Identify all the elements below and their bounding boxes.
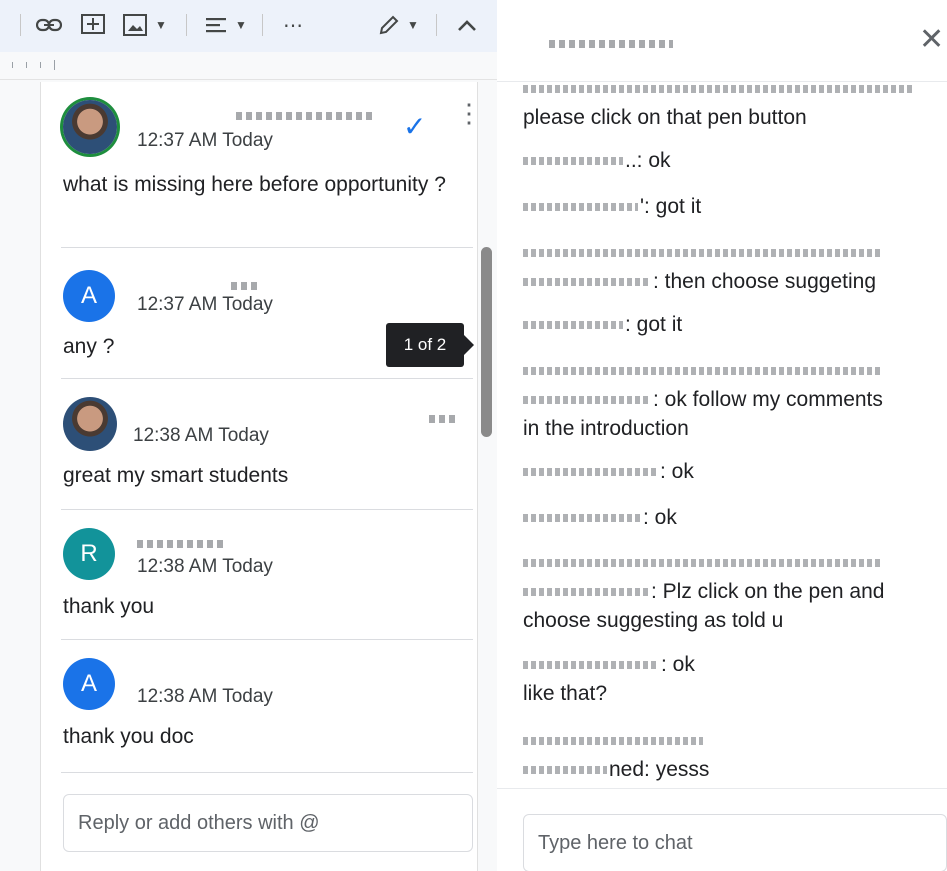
- toolbar-separator: [186, 14, 187, 36]
- sender-redacted: [523, 367, 883, 376]
- chat-message: : then choose suggeting: [523, 238, 885, 296]
- comment-time: 12:37 AM Today: [137, 294, 273, 315]
- ruler-tick: [40, 62, 41, 68]
- add-comment-icon[interactable]: [78, 12, 108, 38]
- author-name-redacted: [236, 112, 376, 120]
- comment-time: 12:38 AM Today: [133, 425, 269, 446]
- chat-message-text: : ok: [661, 653, 695, 676]
- ruler: [0, 52, 497, 80]
- comment-time: 12:37 AM Today: [137, 130, 273, 151]
- avatar: R: [63, 528, 115, 580]
- chat-title-redacted: [549, 40, 673, 48]
- link-icon[interactable]: [34, 12, 64, 38]
- chat-message-text: ..: ok: [625, 149, 671, 172]
- sender-redacted: [523, 468, 658, 477]
- comment-card[interactable]: 12:38 AM Today great my smart students: [41, 379, 473, 509]
- chat-message: ..: ok: [523, 146, 671, 175]
- close-icon[interactable]: ✕: [919, 22, 944, 57]
- image-icon[interactable]: [120, 12, 150, 38]
- comment-time: 12:38 AM Today: [137, 686, 273, 707]
- comment-divider: [61, 772, 473, 773]
- chat-message-text: like that?: [523, 682, 608, 705]
- chat-message: : ok like that?: [523, 650, 695, 708]
- sender-redacted: [523, 157, 623, 166]
- chat-message: ': got it: [523, 192, 701, 221]
- sender-redacted: [523, 661, 659, 670]
- comment-card[interactable]: 12:37 AM Today ✓ ⋮ what is missing here …: [41, 82, 482, 247]
- chat-message-text: in the introduction: [523, 417, 689, 440]
- chat-message-text: : then choose suggeting: [653, 270, 877, 293]
- avatar: [63, 100, 117, 154]
- chat-message: : ok: [523, 503, 677, 532]
- chat-input[interactable]: Type here to chat: [523, 814, 947, 871]
- author-name-redacted: [137, 540, 227, 548]
- more-options-icon[interactable]: ⋮: [456, 100, 482, 126]
- comment-count-tooltip: 1 of 2: [386, 323, 474, 367]
- avatar: A: [63, 658, 115, 710]
- toolbar-separator: [436, 14, 437, 36]
- ruler-tick: [54, 60, 55, 70]
- chat-message: : Plz click on the pen and choose sugges…: [523, 548, 885, 635]
- toolbar-separator: [262, 14, 263, 36]
- toolbar-separator: [20, 14, 21, 36]
- comment-card[interactable]: R 12:38 AM Today thank you: [41, 510, 473, 640]
- chat-message-text: please click on that pen button: [523, 106, 807, 129]
- chevron-down-icon[interactable]: ▼: [152, 12, 170, 38]
- comment-text: what is missing here before opportunity …: [63, 173, 446, 196]
- author-name-redacted: [429, 415, 459, 423]
- chat-message-text: : ok follow my comments: [653, 388, 883, 411]
- author-name-redacted: [231, 282, 261, 290]
- chat-panel: ✕ please click on that pen button ..: ok…: [497, 0, 947, 871]
- comment-thread: 12:37 AM Today ✓ ⋮ what is missing here …: [40, 82, 492, 871]
- align-icon[interactable]: [202, 12, 232, 38]
- chat-header: ✕: [497, 0, 947, 82]
- chat-message-text: ': got it: [640, 195, 702, 218]
- chat-message-text: : got it: [625, 313, 683, 336]
- reply-input[interactable]: Reply or add others with @: [63, 794, 473, 852]
- sender-redacted: [523, 737, 703, 746]
- comment-card[interactable]: A 12:38 AM Today thank you doc: [41, 640, 473, 772]
- ruler-tick: [12, 62, 13, 68]
- document-comments-panel: ▼ ▼ ⋯ ▼ 12:37 AM Today ✓ ⋮ what is missi…: [0, 0, 497, 871]
- avatar: A: [63, 270, 115, 322]
- resolve-check-icon[interactable]: ✓: [403, 110, 426, 143]
- sender-redacted: [523, 249, 883, 258]
- chat-message-text: : ok: [660, 460, 694, 483]
- chat-message: : got it: [523, 310, 682, 339]
- avatar: [63, 397, 117, 451]
- more-icon[interactable]: ⋯: [278, 12, 308, 38]
- sender-redacted: [523, 85, 913, 94]
- ruler-tick: [26, 62, 27, 68]
- comment-time: 12:38 AM Today: [137, 556, 273, 577]
- sender-redacted: [523, 396, 651, 405]
- edit-mode-icon[interactable]: [374, 12, 404, 38]
- sender-redacted: [523, 559, 883, 568]
- chat-message-text: : Plz click on the pen and: [651, 580, 885, 603]
- sender-redacted: [523, 321, 623, 330]
- sender-redacted: [523, 203, 638, 212]
- comment-text: thank you: [63, 595, 155, 618]
- editor-toolbar: ▼ ▼ ⋯ ▼: [0, 0, 497, 52]
- chat-message-text: ned: yesss: [609, 758, 710, 781]
- chat-message: : ok follow my comments in the introduct…: [523, 356, 885, 443]
- chat-message: please click on that pen button: [523, 74, 915, 132]
- chevron-down-icon[interactable]: ▼: [404, 12, 422, 38]
- sender-redacted: [523, 278, 651, 287]
- scrollbar-thumb[interactable]: [481, 247, 492, 437]
- chat-message-text: : ok: [643, 506, 677, 529]
- sender-redacted: [523, 514, 641, 523]
- comment-text: great my smart students: [63, 464, 289, 487]
- collapse-icon[interactable]: [452, 12, 482, 38]
- comment-text: any ?: [63, 335, 115, 358]
- comment-text: thank you doc: [63, 725, 194, 748]
- chat-message: ned: yesss: [523, 726, 709, 784]
- chat-message-text: choose suggesting as told u: [523, 609, 784, 632]
- sender-redacted: [523, 766, 607, 775]
- chevron-down-icon[interactable]: ▼: [232, 12, 250, 38]
- chat-message: : ok: [523, 457, 694, 486]
- sender-redacted: [523, 588, 649, 597]
